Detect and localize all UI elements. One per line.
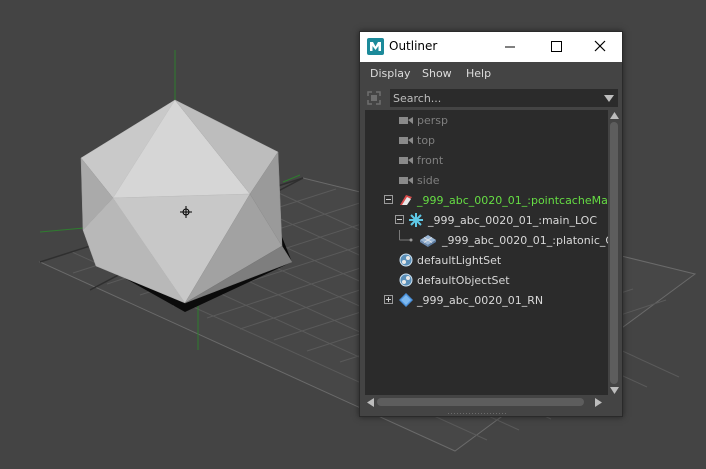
scroll-up-icon[interactable] (610, 112, 619, 119)
camera-icon (399, 157, 413, 164)
tree-item-label: top (417, 134, 436, 147)
outliner-window[interactable]: Outliner Display Show Help Search... per… (359, 31, 623, 417)
maya-icon (367, 38, 384, 55)
horizontal-scrollbar[interactable] (365, 395, 608, 409)
tree-item-front[interactable]: front (365, 150, 608, 170)
set-icon (399, 273, 413, 287)
resize-grip[interactable] (448, 412, 508, 415)
tree-item-label: defaultObjectSet (417, 274, 510, 287)
expand-icon[interactable] (384, 295, 393, 304)
tree-item-platonic-geo[interactable]: _999_abc_0020_01_:platonic_GEO (365, 230, 608, 250)
set-icon (399, 253, 413, 267)
tree-item-label: persp (417, 114, 448, 127)
tree-item-label: defaultLightSet (417, 254, 502, 267)
tree-item-label: _999_abc_0020_01_RN (417, 294, 544, 307)
tree-connector-line (399, 230, 413, 242)
transform-icon (400, 195, 412, 205)
tree-item-main-loc[interactable]: _999_abc_0020_01_:main_LOC (365, 210, 608, 230)
scroll-left-icon[interactable] (367, 398, 374, 407)
reference-icon (399, 293, 413, 307)
tree-item-label: side (417, 174, 440, 187)
menu-display[interactable]: Display (370, 67, 411, 80)
tree-item-side[interactable]: side (365, 170, 608, 190)
tree-item-persp[interactable]: persp (365, 110, 608, 130)
dropdown-arrow-icon[interactable] (603, 94, 615, 103)
x-axis-line (39, 227, 85, 233)
search-row (360, 87, 622, 109)
tree-item-label: _999_abc_0020_01_:main_LOC (428, 214, 598, 227)
menu-show[interactable]: Show (422, 67, 452, 80)
tree-item-label: _999_abc_0020_01_:platonic_GEO (442, 234, 608, 247)
maximize-button[interactable] (533, 32, 579, 62)
menu-bar: Display Show Help (360, 62, 622, 86)
horizontal-scroll-thumb[interactable] (377, 398, 584, 406)
window-title: Outliner (389, 39, 438, 53)
search-box[interactable] (390, 89, 618, 107)
tree-item-top[interactable]: top (365, 130, 608, 150)
tree-item-label: _999_abc_0020_01_:pointcacheMain (417, 194, 608, 207)
mesh-icon (420, 235, 436, 247)
tree-item-label: front (417, 154, 444, 167)
scroll-right-icon[interactable] (595, 398, 602, 407)
outliner-tree[interactable]: persp top front side _999_abc_0020_01_:p… (365, 110, 608, 400)
locator-icon (409, 213, 423, 227)
tree-item-pointcache-main[interactable]: _999_abc_0020_01_:pointcacheMain (365, 190, 608, 210)
minimize-icon (505, 46, 515, 48)
menu-help[interactable]: Help (466, 67, 491, 80)
title-bar[interactable]: Outliner (360, 32, 622, 62)
vertical-scroll-thumb[interactable] (610, 122, 618, 384)
tree-item-default-light-set[interactable]: defaultLightSet (365, 250, 608, 270)
collapse-icon[interactable] (395, 215, 404, 224)
scroll-down-icon[interactable] (610, 387, 619, 394)
camera-icon (399, 137, 413, 144)
search-input[interactable] (393, 91, 593, 105)
collapse-icon[interactable] (384, 195, 393, 204)
camera-icon (399, 117, 413, 124)
maximize-icon (551, 41, 562, 52)
close-button[interactable] (576, 32, 622, 62)
minimize-button[interactable] (487, 32, 533, 62)
close-icon (594, 40, 606, 52)
filter-icon[interactable] (366, 90, 382, 106)
tree-item-reference-node[interactable]: _999_abc_0020_01_RN (365, 290, 608, 310)
vertical-scrollbar[interactable] (608, 110, 621, 400)
tree-item-default-object-set[interactable]: defaultObjectSet (365, 270, 608, 290)
camera-icon (399, 177, 413, 184)
